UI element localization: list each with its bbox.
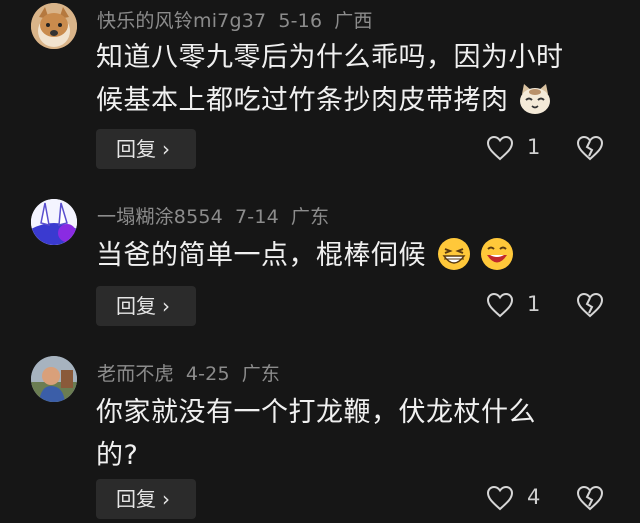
comment-text: 当爸的简单一点，棍棒伺候: [96, 234, 606, 277]
comment-date: 5-16: [278, 10, 323, 32]
heart-icon: [486, 292, 514, 318]
dislike-button[interactable]: [576, 129, 606, 169]
comment-text-line: 的?: [96, 440, 139, 471]
like-count: 1: [527, 135, 541, 159]
avatar[interactable]: [31, 356, 77, 402]
reply-button[interactable]: 回复 ›: [96, 479, 196, 519]
avatar[interactable]: [31, 199, 77, 245]
like-button[interactable]: 4: [486, 479, 546, 519]
reply-label: 回复: [116, 137, 156, 161]
comment-date: 7-14: [234, 206, 279, 228]
like-button[interactable]: 1: [486, 129, 546, 169]
avatar[interactable]: [31, 3, 77, 49]
comment-text-line: 知道八零九零后为什么乖吗，因为小时: [96, 42, 564, 73]
broken-heart-icon: [576, 485, 604, 511]
comment-text: 你家就没有一个打龙鞭，伏龙杖什么 的?: [96, 391, 606, 477]
chevron-right-icon: ›: [162, 487, 170, 511]
comment-text-line: 你家就没有一个打龙鞭，伏龙杖什么: [96, 397, 536, 428]
comment-text: 知道八零九零后为什么乖吗，因为小时 候基本上都吃过竹条抄肉皮带拷肉: [96, 36, 606, 122]
dislike-button[interactable]: [576, 286, 606, 326]
comment-meta: 一塌糊涂8554 7-14 广东: [97, 202, 341, 229]
comment-meta: 老而不虎 4-25 广东: [97, 359, 292, 386]
like-button[interactable]: 1: [486, 286, 546, 326]
grinning-squinting-face-emoji: [437, 237, 471, 271]
reply-label: 回复: [116, 487, 156, 511]
username[interactable]: 老而不虎: [97, 363, 174, 385]
reply-button[interactable]: 回复 ›: [96, 129, 196, 169]
chevron-right-icon: ›: [162, 294, 170, 318]
comment-meta: 快乐的风铃mi7g37 5-16 广西: [97, 6, 385, 33]
comment-date: 4-25: [185, 363, 230, 385]
dislike-button[interactable]: [576, 479, 606, 519]
reply-label: 回复: [116, 294, 156, 318]
broken-heart-icon: [576, 292, 604, 318]
username[interactable]: 一塌糊涂8554: [97, 206, 223, 228]
username[interactable]: 快乐的风铃mi7g37: [97, 10, 266, 32]
reply-button[interactable]: 回复 ›: [96, 286, 196, 326]
like-count: 4: [527, 485, 541, 509]
broken-heart-icon: [576, 135, 604, 161]
comment-text-line: 候基本上都吃过竹条抄肉皮带拷肉: [96, 79, 606, 122]
comment-text-line: 当爸的简单一点，棍棒伺候: [96, 234, 606, 277]
laughing-face-emoji: [480, 237, 514, 271]
comment-location: 广东: [241, 363, 281, 385]
chevron-right-icon: ›: [162, 137, 170, 161]
cat-face-emoji: [518, 82, 552, 116]
comment-location: 广西: [334, 10, 373, 32]
heart-icon: [486, 135, 514, 161]
like-count: 1: [527, 292, 541, 316]
comment-location: 广东: [290, 206, 330, 228]
heart-icon: [486, 485, 514, 511]
